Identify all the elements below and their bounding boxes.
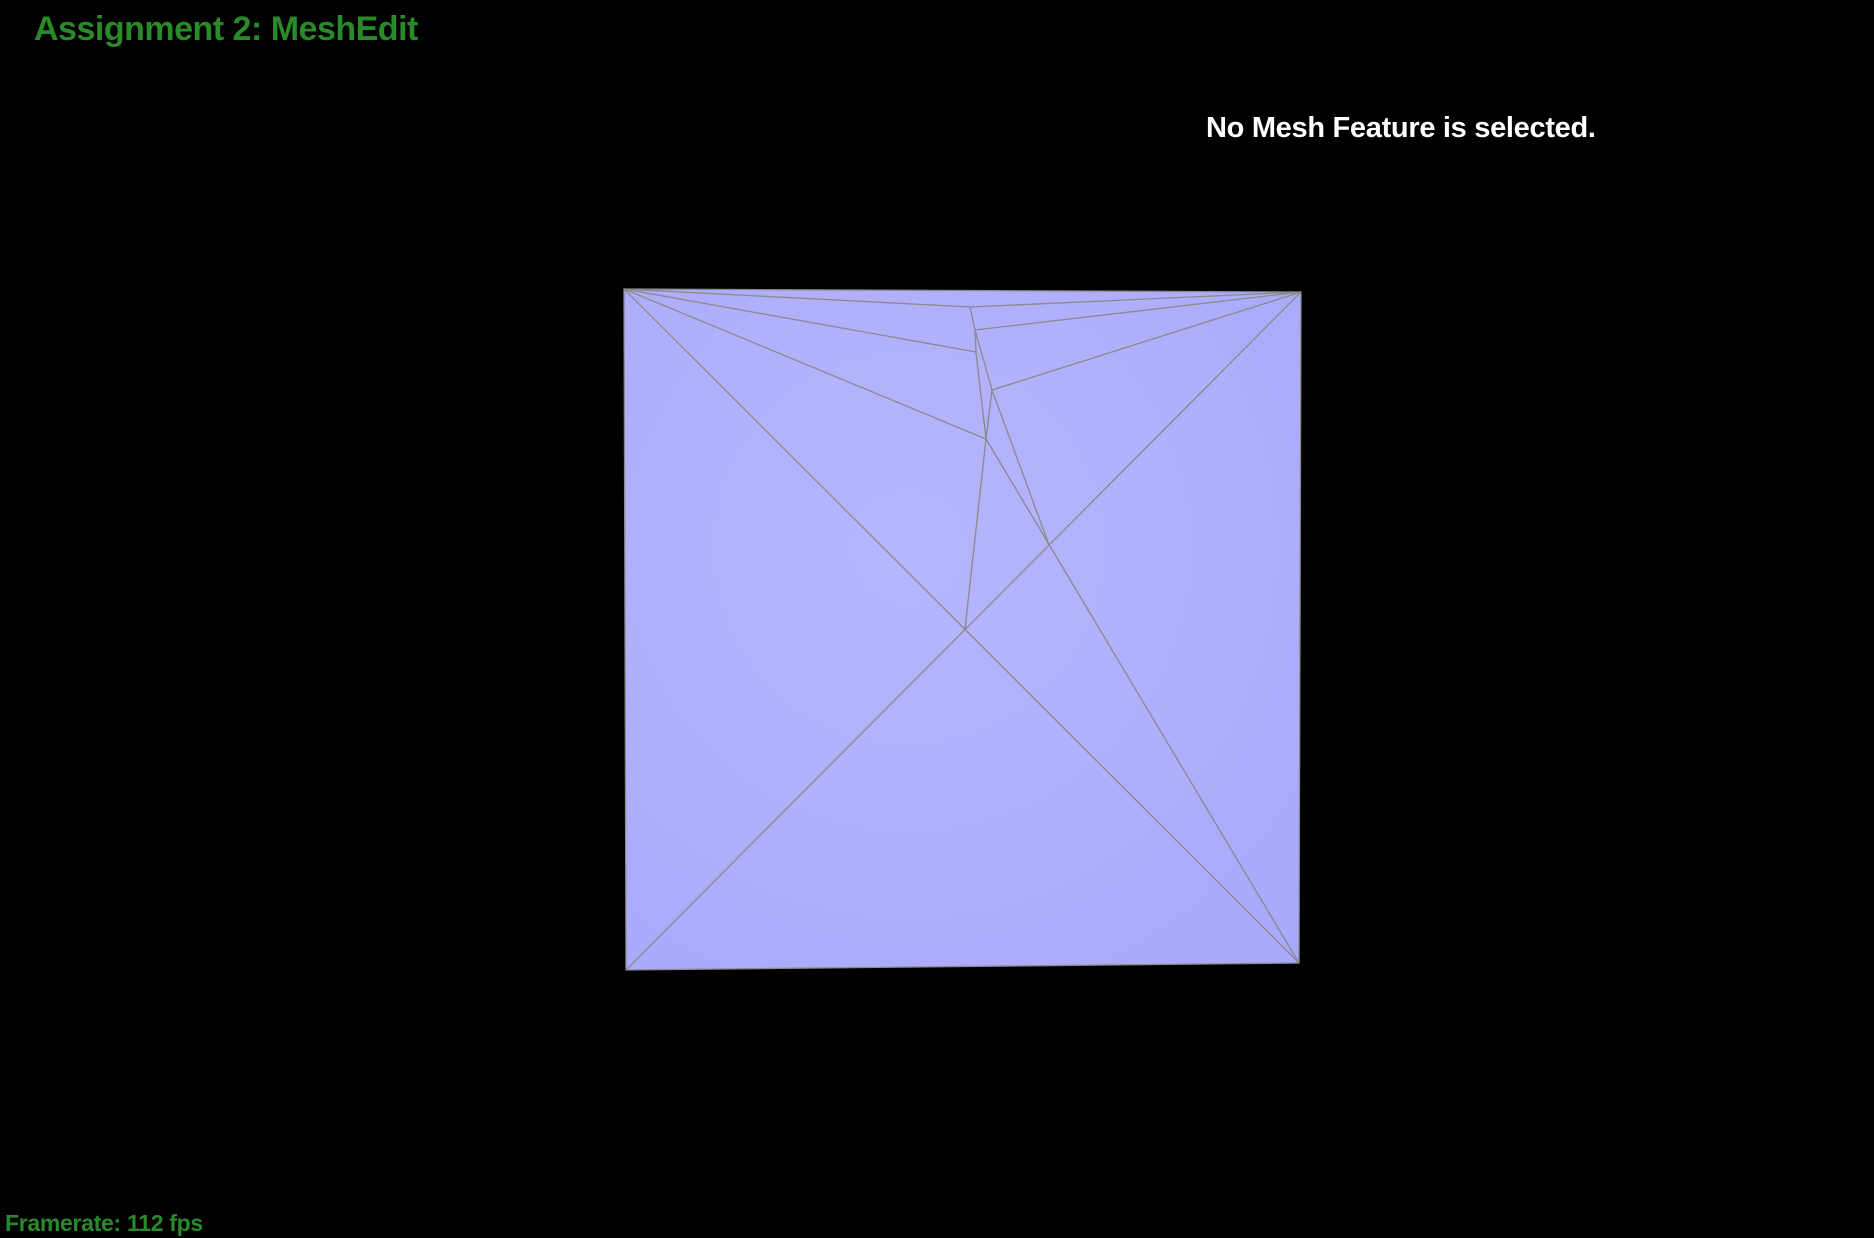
selection-status: No Mesh Feature is selected. (1206, 112, 1596, 144)
mesh-viewport[interactable] (0, 0, 1874, 1238)
mesh-edit-window: Assignment 2: MeshEdit No Mesh Feature i… (0, 0, 1874, 1238)
app-title: Assignment 2: MeshEdit (34, 10, 418, 48)
framerate-readout: Framerate: 112 fps (5, 1210, 203, 1236)
